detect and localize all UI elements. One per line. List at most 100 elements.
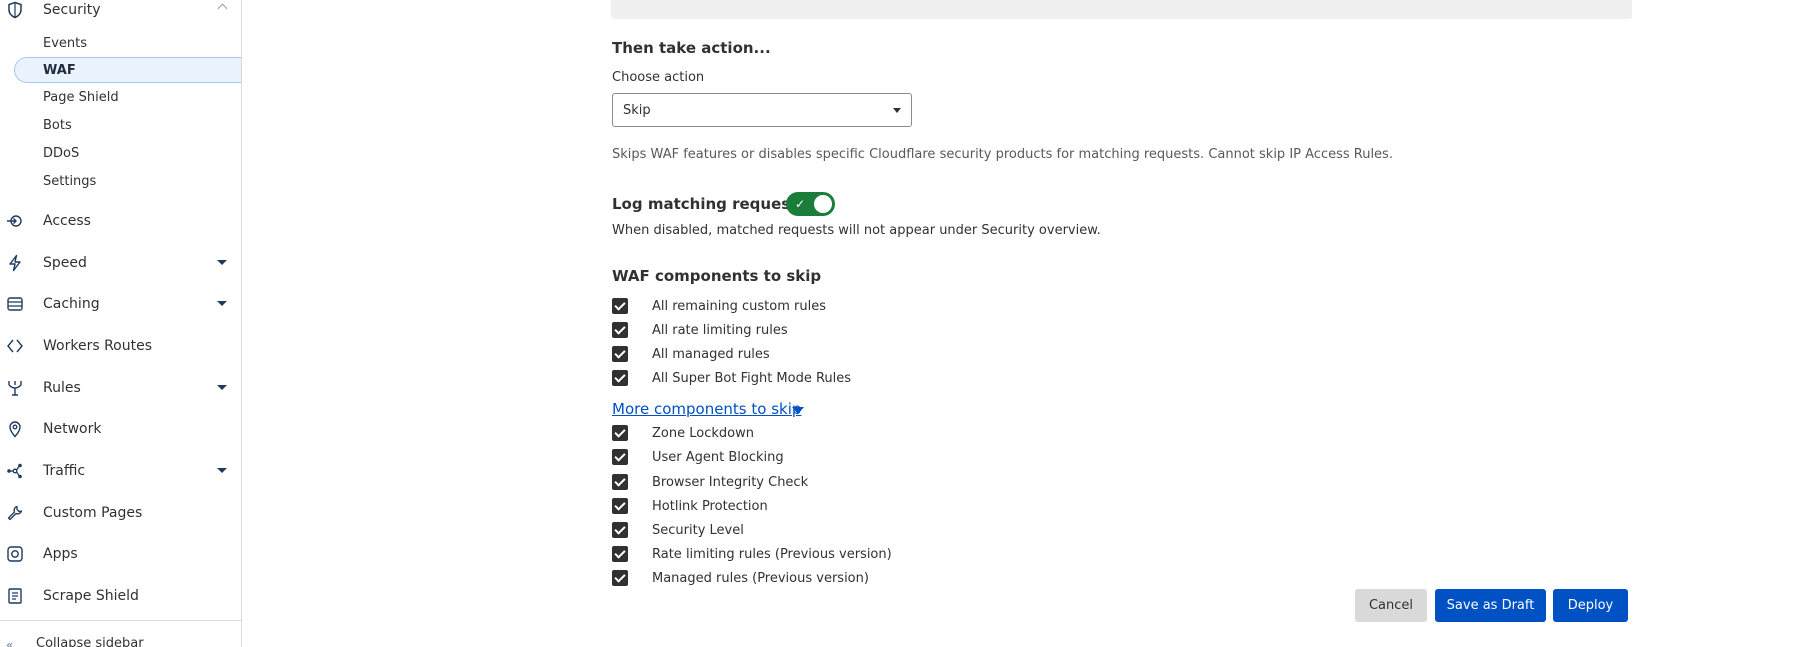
sidebar-section-rules[interactable]: Rules [0, 375, 241, 401]
log-matching-label: Log matching requests [612, 195, 807, 213]
sidebar-section-workers-routes[interactable]: Workers Routes [0, 333, 241, 359]
sidebar-section-label: Apps [43, 546, 78, 562]
wrench-icon [7, 505, 23, 521]
checkbox-checked-icon[interactable] [612, 498, 628, 514]
rules-icon [8, 381, 22, 396]
sidebar-section-scrape-shield[interactable]: Scrape Shield [0, 583, 241, 609]
checkbox-checked-icon[interactable] [612, 570, 628, 586]
sidebar-section-custom-pages[interactable]: Custom Pages [0, 500, 241, 526]
caret-down-icon[interactable] [217, 385, 227, 390]
check-icon: ✓ [795, 197, 806, 211]
sidebar-section-speed[interactable]: Speed [0, 250, 241, 276]
checkbox-all-super-bot-fight-mode-rules[interactable]: All Super Bot Fight Mode Rules [612, 369, 1012, 389]
sidebar-item-label: Settings [43, 174, 97, 189]
double-chevron-left-icon: « [6, 638, 14, 647]
sidebar-section-access[interactable]: Access [0, 208, 241, 234]
checkbox-security-level[interactable]: Security Level [612, 521, 1012, 541]
checkbox-all-managed-rules[interactable]: All managed rules [612, 345, 1012, 365]
log-matching-toggle[interactable]: ✓ [786, 192, 835, 216]
caret-down-icon[interactable] [217, 468, 227, 473]
sidebar-item-label: Events [43, 36, 88, 51]
sidebar-item-waf[interactable]: WAF [14, 57, 241, 83]
log-help-text: When disabled, matched requests will not… [612, 223, 1101, 238]
sidebar-section-label: Rules [43, 380, 81, 396]
checkbox-rate-limiting-rules-previous[interactable]: Rate limiting rules (Previous version) [612, 545, 1012, 565]
expression-preview [611, 0, 1632, 19]
sidebar-section-label: Speed [43, 255, 87, 271]
lightning-icon [9, 254, 21, 272]
main-content: Then take action... Choose action Skip S… [243, 0, 1795, 647]
more-components-link[interactable]: More components to skip [612, 400, 801, 418]
checkbox-user-agent-blocking[interactable]: User Agent Blocking [612, 448, 1012, 468]
checkbox-label: Hotlink Protection [652, 499, 768, 514]
checkbox-managed-rules-previous[interactable]: Managed rules (Previous version) [612, 569, 1012, 589]
caret-down-icon[interactable] [217, 301, 227, 306]
checkbox-zone-lockdown[interactable]: Zone Lockdown [612, 424, 1012, 444]
traffic-icon [7, 463, 22, 479]
chevron-up-icon[interactable] [217, 3, 228, 14]
checkbox-all-remaining-custom-rules[interactable]: All remaining custom rules [612, 297, 1012, 317]
checkbox-label: Rate limiting rules (Previous version) [652, 547, 892, 562]
sidebar-section-label: Traffic [43, 463, 86, 479]
location-pin-icon [9, 421, 21, 438]
sidebar-item-label: DDoS [43, 146, 80, 161]
caret-down-icon[interactable] [792, 407, 804, 414]
checkbox-label: User Agent Blocking [652, 450, 784, 465]
sidebar-section-security[interactable]: Security [0, 0, 241, 23]
choose-action-label: Choose action [612, 70, 705, 85]
shield-icon [8, 1, 22, 19]
checkbox-checked-icon[interactable] [612, 474, 628, 490]
sidebar-item-ddos[interactable]: DDoS [0, 141, 241, 167]
cancel-button[interactable]: Cancel [1355, 589, 1427, 622]
checkbox-checked-icon[interactable] [612, 346, 628, 362]
caching-icon [7, 297, 23, 311]
checkbox-label: All remaining custom rules [652, 299, 826, 314]
checkbox-label: All rate limiting rules [652, 323, 788, 338]
action-heading: Then take action... [612, 39, 771, 57]
sidebar-item-label: WAF [43, 63, 76, 78]
checkbox-checked-icon[interactable] [612, 298, 628, 314]
choose-action-select[interactable]: Skip [612, 93, 912, 127]
checkbox-checked-icon[interactable] [612, 522, 628, 538]
checkbox-browser-integrity-check[interactable]: Browser Integrity Check [612, 473, 1012, 493]
collapse-sidebar-label: Collapse sidebar [36, 636, 144, 647]
document-icon [8, 588, 22, 604]
workers-icon [7, 339, 23, 353]
checkbox-label: Browser Integrity Check [652, 475, 809, 490]
access-icon [7, 215, 22, 227]
action-help-text: Skips WAF features or disables specific … [612, 147, 1393, 162]
sidebar-section-apps[interactable]: Apps [0, 541, 241, 567]
checkbox-label: Zone Lockdown [652, 426, 754, 441]
sidebar-item-label: Page Shield [43, 90, 119, 105]
sidebar-section-caching[interactable]: Caching [0, 291, 241, 317]
sidebar-item-bots[interactable]: Bots [0, 113, 241, 139]
selected-action-value: Skip [623, 103, 651, 118]
sidebar-footer: « Collapse sidebar [0, 620, 241, 647]
waf-components-title: WAF components to skip [612, 267, 822, 285]
caret-down-icon[interactable] [217, 260, 227, 265]
checkbox-checked-icon[interactable] [612, 449, 628, 465]
checkbox-checked-icon[interactable] [612, 370, 628, 386]
checkbox-hotlink-protection[interactable]: Hotlink Protection [612, 497, 1012, 517]
sidebar-section-label: Access [43, 213, 91, 229]
sidebar-section-network[interactable]: Network [0, 416, 241, 442]
checkbox-label: Managed rules (Previous version) [652, 571, 869, 586]
sidebar-section-label: Security [43, 2, 101, 18]
sidebar-item-settings[interactable]: Settings [0, 169, 241, 195]
sidebar-section-label: Network [43, 421, 102, 437]
sidebar: Security Events WAF Page Shield Bots DDo… [0, 0, 242, 647]
sidebar-item-page-shield[interactable]: Page Shield [0, 85, 241, 111]
sidebar-section-label: Scrape Shield [43, 588, 139, 604]
checkbox-checked-icon[interactable] [612, 546, 628, 562]
checkbox-label: Security Level [652, 523, 744, 538]
checkbox-checked-icon[interactable] [612, 322, 628, 338]
checkbox-all-rate-limiting-rules[interactable]: All rate limiting rules [612, 321, 1012, 341]
save-as-draft-button[interactable]: Save as Draft [1435, 589, 1546, 622]
checkbox-label: All managed rules [652, 347, 770, 362]
sidebar-section-traffic[interactable]: Traffic [0, 458, 241, 484]
toggle-knob [814, 195, 832, 213]
checkbox-checked-icon[interactable] [612, 425, 628, 441]
sidebar-item-events[interactable]: Events [0, 31, 241, 57]
deploy-button[interactable]: Deploy [1553, 589, 1628, 622]
checkbox-label: All Super Bot Fight Mode Rules [652, 371, 852, 386]
